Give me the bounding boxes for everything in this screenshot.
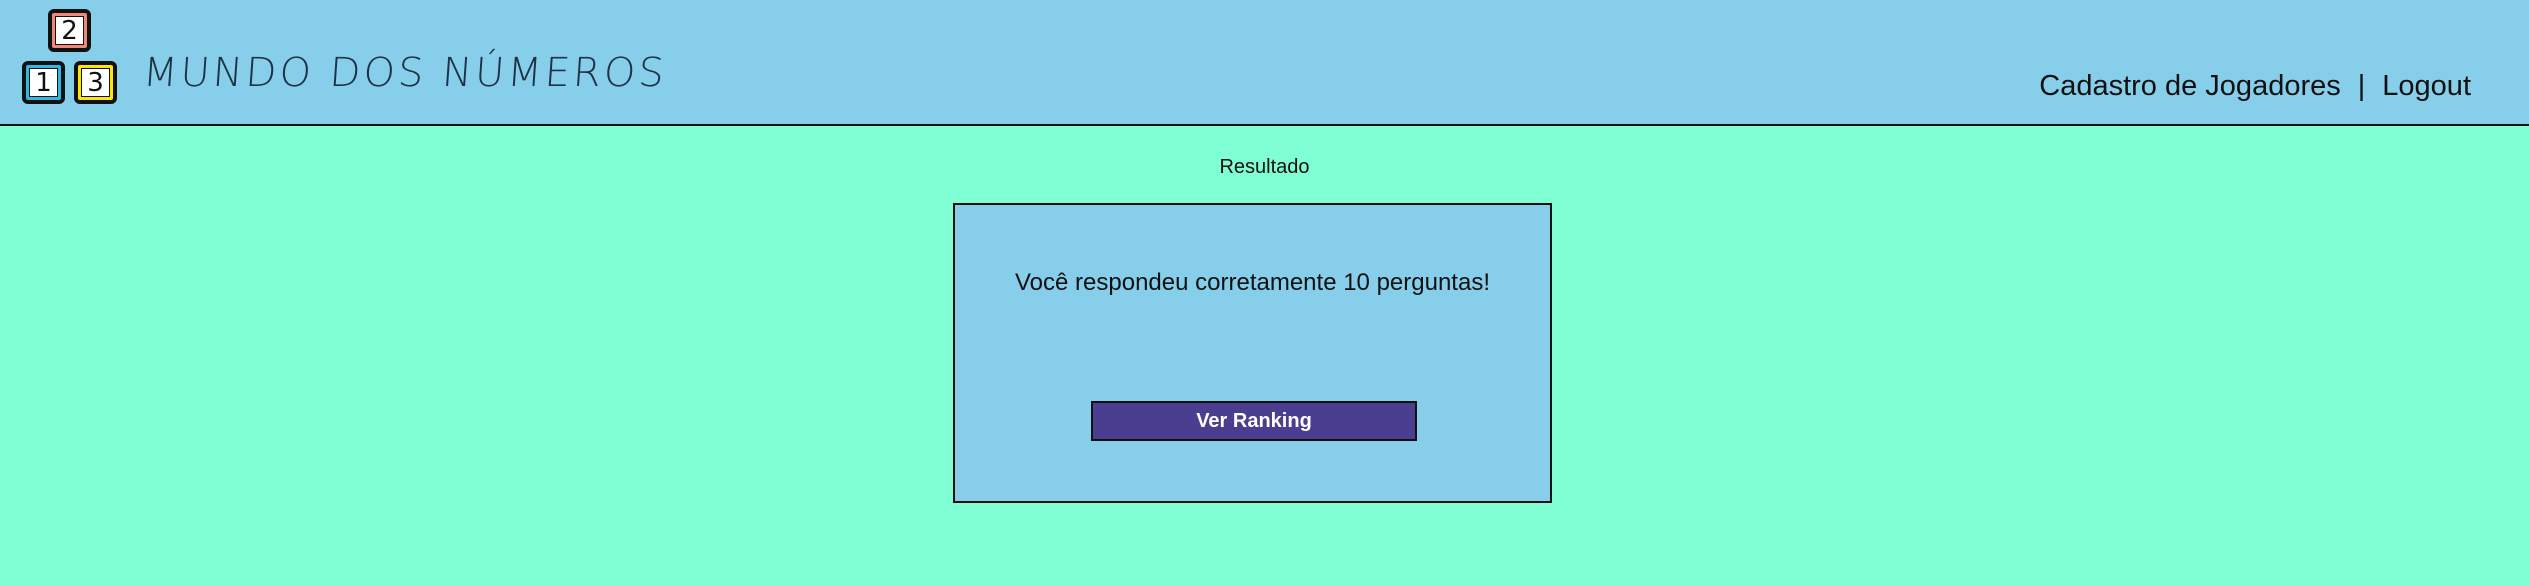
result-message: Você respondeu corretamente 10 perguntas… xyxy=(1015,269,1490,296)
logo-digit: 2 xyxy=(55,16,84,45)
view-ranking-button[interactable]: Ver Ranking xyxy=(1091,401,1417,441)
number-block-icon: 2 xyxy=(48,9,91,52)
brand-name[interactable]: MUNDO DOS NÚMEROS xyxy=(141,50,668,96)
top-header: 2 1 3 MUNDO DOS NÚMEROS Cadastro de Joga… xyxy=(0,0,2529,126)
logo[interactable]: 2 1 3 xyxy=(22,9,124,107)
page-title: Resultado xyxy=(1219,156,1310,178)
result-card: Você respondeu corretamente 10 perguntas… xyxy=(953,203,1552,503)
number-block-icon: 3 xyxy=(74,61,117,104)
logo-digit: 3 xyxy=(81,68,110,97)
nav-separator: | xyxy=(2357,70,2366,102)
logo-digit: 1 xyxy=(29,68,58,97)
register-players-link[interactable]: Cadastro de Jogadores xyxy=(2039,70,2340,102)
number-block-icon: 1 xyxy=(22,61,65,104)
main-nav: Cadastro de Jogadores | Logout xyxy=(2039,70,2471,103)
logout-link[interactable]: Logout xyxy=(2382,70,2471,102)
